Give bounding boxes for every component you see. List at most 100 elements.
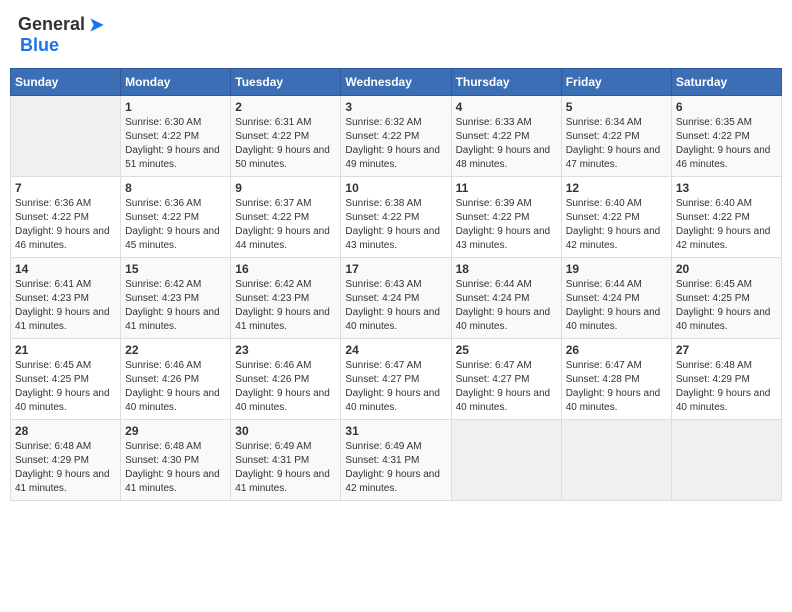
day-cell: 17 Sunrise: 6:43 AMSunset: 4:24 PMDayligh…: [341, 258, 451, 339]
day-cell: 24 Sunrise: 6:47 AMSunset: 4:27 PMDayligh…: [341, 339, 451, 420]
week-row-2: 7Sunrise: 6:36 AMSunset: 4:22 PMDaylight…: [11, 177, 782, 258]
day-number: 13: [676, 181, 777, 195]
logo-arrow-icon: [87, 15, 107, 35]
day-info: Sunrise: 6:33 AMSunset: 4:22 PMDaylight:…: [456, 116, 557, 172]
day-info: Sunrise: 6:43 AMSunset: 4:24 PMDaylight:…: [345, 278, 446, 334]
day-cell: 23Sunrise: 6:46 AMSunset: 4:26 PMDayligh…: [231, 339, 341, 420]
day-cell: [451, 420, 561, 501]
day-number: 10: [345, 181, 446, 195]
day-number: 31: [345, 424, 446, 438]
day-info: Sunrise: 6:49 AMSunset: 4:31 PMDaylight:…: [345, 440, 446, 496]
day-info: Sunrise: 6:44 AMSunset: 4:24 PMDaylight:…: [456, 278, 557, 334]
day-cell: 7Sunrise: 6:36 AMSunset: 4:22 PMDaylight…: [11, 177, 121, 258]
day-number: 28: [15, 424, 116, 438]
calendar: SundayMondayTuesdayWednesdayThursdayFrid…: [10, 68, 782, 501]
day-info: Sunrise: 6:34 AMSunset: 4:22 PMDaylight:…: [566, 116, 667, 172]
day-cell: 31 Sunrise: 6:49 AMSunset: 4:31 PMDayligh…: [341, 420, 451, 501]
day-info: Sunrise: 6:36 AMSunset: 4:22 PMDaylight:…: [125, 197, 226, 253]
day-info: Sunrise: 6:47 AMSunset: 4:27 PMDaylight:…: [345, 359, 446, 415]
day-info: Sunrise: 6:42 AMSunset: 4:23 PMDaylight:…: [235, 278, 336, 334]
day-info: Sunrise: 6:48 AMSunset: 4:29 PMDaylight:…: [676, 359, 777, 415]
day-number: 16: [235, 262, 336, 276]
day-info: Sunrise: 6:46 AMSunset: 4:26 PMDaylight:…: [125, 359, 226, 415]
day-cell: 10 Sunrise: 6:38 AMSunset: 4:22 PMDayligh…: [341, 177, 451, 258]
day-info: Sunrise: 6:30 AMSunset: 4:22 PMDaylight:…: [125, 116, 226, 172]
day-number: 20: [676, 262, 777, 276]
day-number: 27: [676, 343, 777, 357]
logo-blue-text: Blue: [20, 35, 59, 56]
day-cell: 26 Sunrise: 6:47 AMSunset: 4:28 PMDayligh…: [561, 339, 671, 420]
day-cell: 30Sunrise: 6:49 AMSunset: 4:31 PMDayligh…: [231, 420, 341, 501]
weekday-header-tuesday: Tuesday: [231, 69, 341, 96]
day-cell: 16 Sunrise: 6:42 AMSunset: 4:23 PMDayligh…: [231, 258, 341, 339]
weekday-header-monday: Monday: [121, 69, 231, 96]
day-number: 24: [345, 343, 446, 357]
header: General Blue: [10, 10, 782, 60]
day-number: 14: [15, 262, 116, 276]
day-info: Sunrise: 6:45 AMSunset: 4:25 PMDaylight:…: [15, 359, 116, 415]
day-info: Sunrise: 6:32 AMSunset: 4:22 PMDaylight:…: [345, 116, 446, 172]
day-number: 30: [235, 424, 336, 438]
day-number: 1: [125, 100, 226, 114]
day-info: Sunrise: 6:39 AMSunset: 4:22 PMDaylight:…: [456, 197, 557, 253]
day-cell: 1 Sunrise: 6:30 AMSunset: 4:22 PMDaylight…: [121, 96, 231, 177]
day-number: 12: [566, 181, 667, 195]
day-number: 4: [456, 100, 557, 114]
day-number: 29: [125, 424, 226, 438]
day-cell: 25Sunrise: 6:47 AMSunset: 4:27 PMDayligh…: [451, 339, 561, 420]
day-number: 2: [235, 100, 336, 114]
weekday-header-wednesday: Wednesday: [341, 69, 451, 96]
day-number: 11: [456, 181, 557, 195]
day-info: Sunrise: 6:48 AMSunset: 4:29 PMDaylight:…: [15, 440, 116, 496]
day-number: 22: [125, 343, 226, 357]
day-info: Sunrise: 6:44 AMSunset: 4:24 PMDaylight:…: [566, 278, 667, 334]
weekday-header-thursday: Thursday: [451, 69, 561, 96]
week-row-4: 21 Sunrise: 6:45 AMSunset: 4:25 PMDayligh…: [11, 339, 782, 420]
weekday-header-saturday: Saturday: [671, 69, 781, 96]
day-cell: 14Sunrise: 6:41 AMSunset: 4:23 PMDayligh…: [11, 258, 121, 339]
day-number: 8: [125, 181, 226, 195]
day-info: Sunrise: 6:37 AMSunset: 4:22 PMDaylight:…: [235, 197, 336, 253]
day-number: 17: [345, 262, 446, 276]
day-cell: 6 Sunrise: 6:35 AMSunset: 4:22 PMDaylight…: [671, 96, 781, 177]
day-info: Sunrise: 6:46 AMSunset: 4:26 PMDaylight:…: [235, 359, 336, 415]
day-cell: 4 Sunrise: 6:33 AMSunset: 4:22 PMDaylight…: [451, 96, 561, 177]
day-info: Sunrise: 6:42 AMSunset: 4:23 PMDaylight:…: [125, 278, 226, 334]
day-cell: [561, 420, 671, 501]
week-row-3: 14Sunrise: 6:41 AMSunset: 4:23 PMDayligh…: [11, 258, 782, 339]
day-cell: 21 Sunrise: 6:45 AMSunset: 4:25 PMDayligh…: [11, 339, 121, 420]
day-cell: 2 Sunrise: 6:31 AMSunset: 4:22 PMDaylight…: [231, 96, 341, 177]
day-info: Sunrise: 6:40 AMSunset: 4:22 PMDaylight:…: [566, 197, 667, 253]
day-cell: 28 Sunrise: 6:48 AMSunset: 4:29 PMDayligh…: [11, 420, 121, 501]
week-row-1: 1 Sunrise: 6:30 AMSunset: 4:22 PMDaylight…: [11, 96, 782, 177]
day-info: Sunrise: 6:35 AMSunset: 4:22 PMDaylight:…: [676, 116, 777, 172]
day-number: 3: [345, 100, 446, 114]
day-info: Sunrise: 6:31 AMSunset: 4:22 PMDaylight:…: [235, 116, 336, 172]
day-cell: [11, 96, 121, 177]
day-cell: 27 Sunrise: 6:48 AMSunset: 4:29 PMDayligh…: [671, 339, 781, 420]
day-cell: 19 Sunrise: 6:44 AMSunset: 4:24 PMDayligh…: [561, 258, 671, 339]
day-cell: 18Sunrise: 6:44 AMSunset: 4:24 PMDayligh…: [451, 258, 561, 339]
logo-general-text: General: [18, 14, 85, 35]
day-info: Sunrise: 6:47 AMSunset: 4:27 PMDaylight:…: [456, 359, 557, 415]
day-info: Sunrise: 6:47 AMSunset: 4:28 PMDaylight:…: [566, 359, 667, 415]
day-cell: 3 Sunrise: 6:32 AMSunset: 4:22 PMDaylight…: [341, 96, 451, 177]
day-cell: [671, 420, 781, 501]
day-number: 26: [566, 343, 667, 357]
day-cell: 5Sunrise: 6:34 AMSunset: 4:22 PMDaylight…: [561, 96, 671, 177]
week-row-5: 28 Sunrise: 6:48 AMSunset: 4:29 PMDayligh…: [11, 420, 782, 501]
day-number: 19: [566, 262, 667, 276]
day-number: 15: [125, 262, 226, 276]
day-info: Sunrise: 6:38 AMSunset: 4:22 PMDaylight:…: [345, 197, 446, 253]
day-cell: 15 Sunrise: 6:42 AMSunset: 4:23 PMDayligh…: [121, 258, 231, 339]
logo: General Blue: [18, 14, 107, 56]
day-number: 6: [676, 100, 777, 114]
day-cell: 29Sunrise: 6:48 AMSunset: 4:30 PMDayligh…: [121, 420, 231, 501]
weekday-header-sunday: Sunday: [11, 69, 121, 96]
day-number: 21: [15, 343, 116, 357]
day-info: Sunrise: 6:36 AMSunset: 4:22 PMDaylight:…: [15, 197, 116, 253]
day-number: 9: [235, 181, 336, 195]
day-cell: 13 Sunrise: 6:40 AMSunset: 4:22 PMDayligh…: [671, 177, 781, 258]
day-info: Sunrise: 6:40 AMSunset: 4:22 PMDaylight:…: [676, 197, 777, 253]
weekday-header-row: SundayMondayTuesdayWednesdayThursdayFrid…: [11, 69, 782, 96]
